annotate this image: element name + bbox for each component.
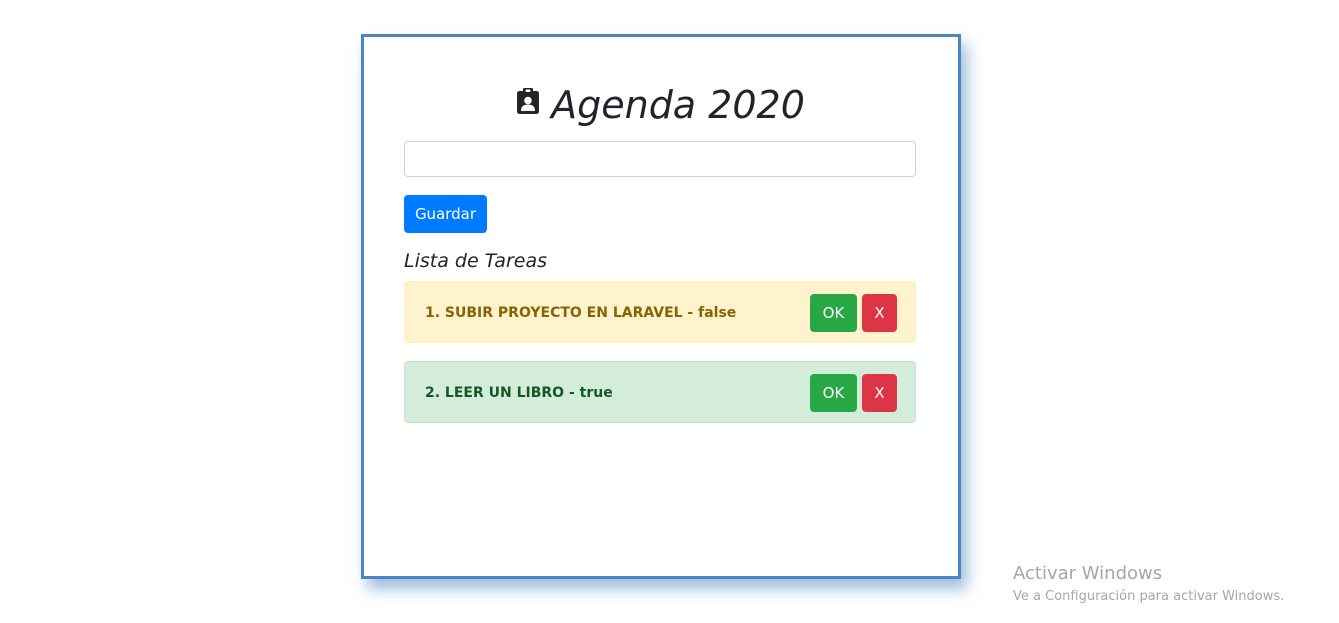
page-title: Agenda 2020	[364, 81, 958, 129]
clipboard-user-icon	[517, 88, 540, 114]
save-button[interactable]: Guardar	[404, 195, 487, 233]
agenda-card: Agenda 2020 Guardar Lista de Tareas 1. S…	[361, 34, 961, 579]
watermark-subtitle: Ve a Configuración para activar Windows.	[1013, 589, 1285, 604]
task-item-1: 1. SUBIR PROYECTO EN LARAVEL - false OK …	[404, 281, 916, 343]
delete-task-button[interactable]: X	[862, 294, 897, 332]
complete-task-button[interactable]: OK	[810, 294, 857, 332]
task-list-title: Lista de Tareas	[404, 250, 547, 272]
windows-activation-watermark: Activar Windows Ve a Configuración para …	[1013, 562, 1284, 607]
complete-task-button[interactable]: OK	[810, 374, 857, 412]
task-input[interactable]	[404, 141, 916, 177]
watermark-title: Activar Windows	[1013, 563, 1163, 584]
task-item-2: 2. LEER UN LIBRO - true OK X	[404, 361, 916, 423]
delete-task-button[interactable]: X	[862, 374, 897, 412]
task-text: 2. LEER UN LIBRO - true	[425, 385, 613, 401]
task-text: 1. SUBIR PROYECTO EN LARAVEL - false	[425, 305, 737, 321]
app-title: Agenda 2020	[551, 83, 805, 127]
